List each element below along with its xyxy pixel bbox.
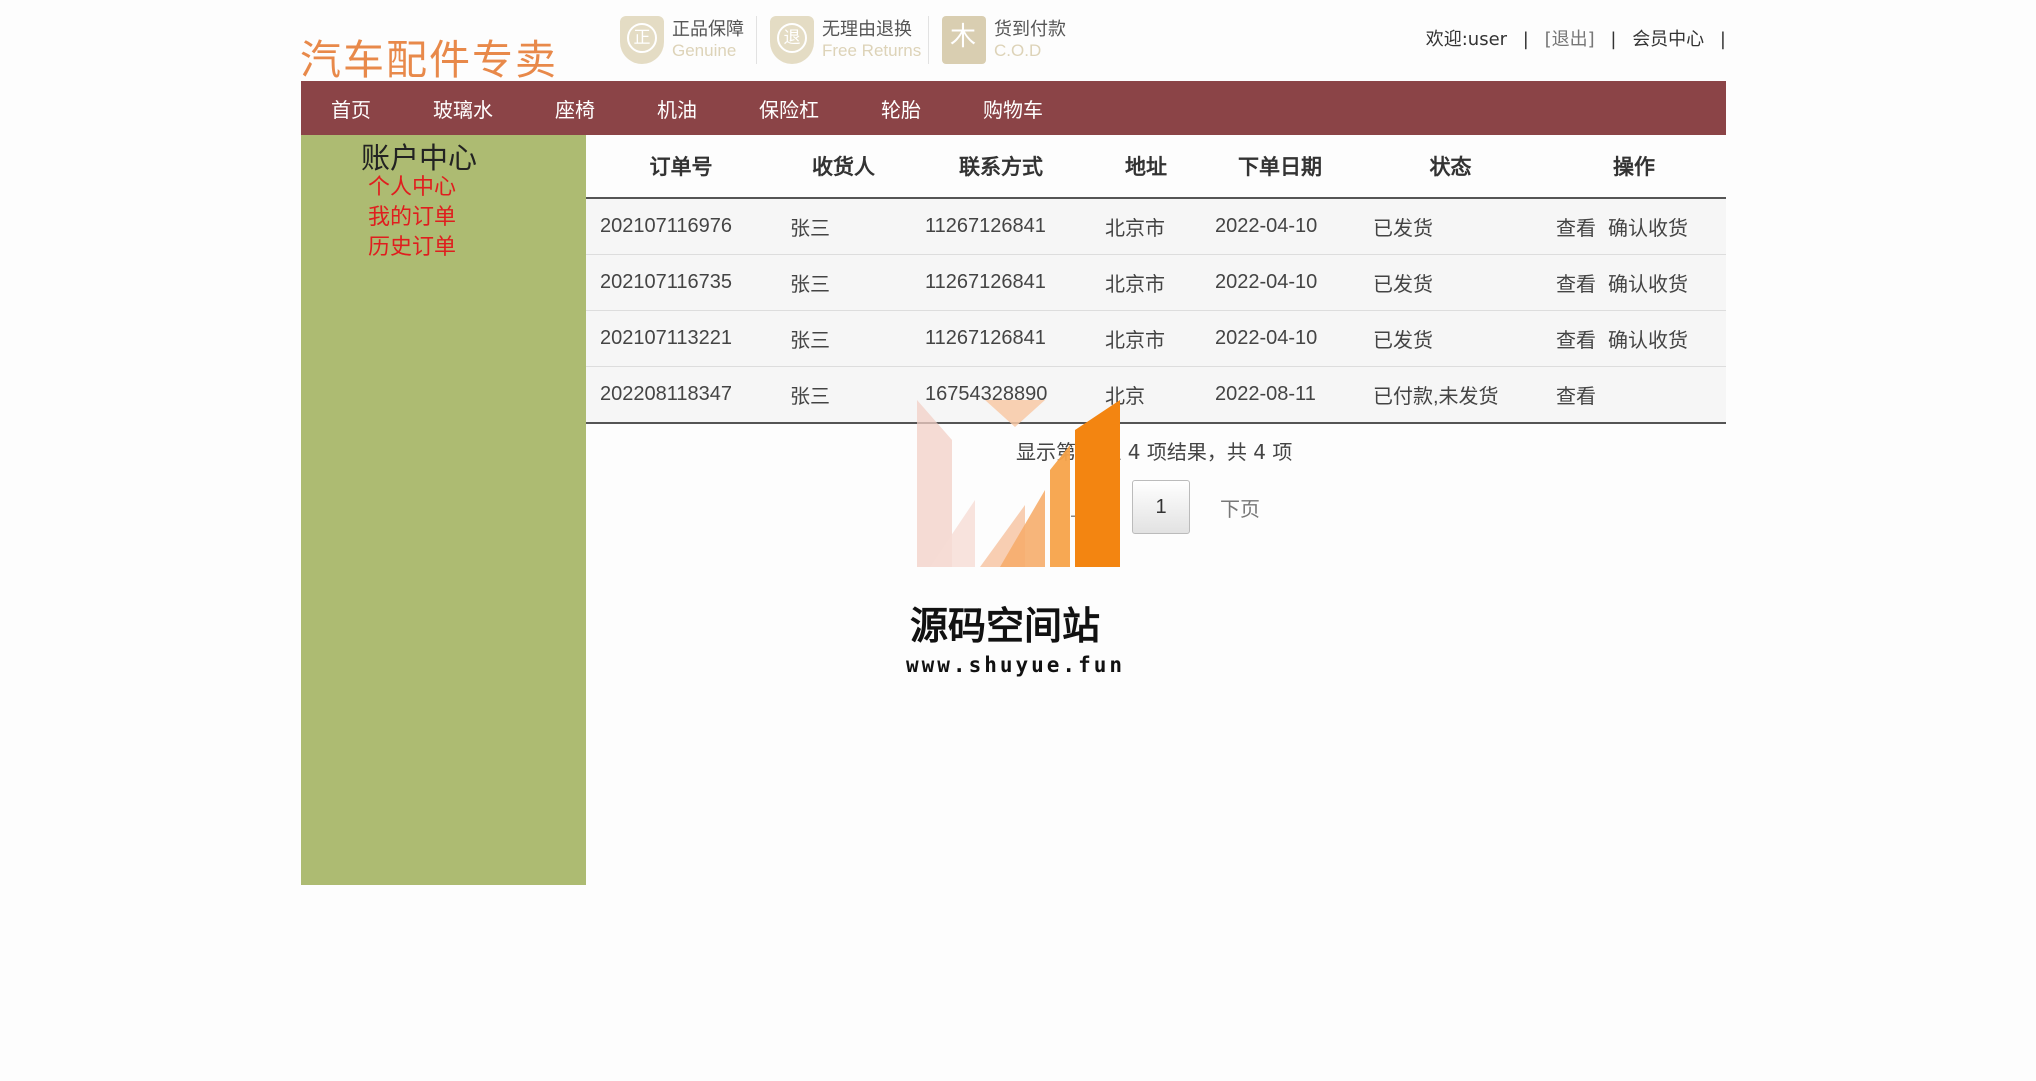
sidebar-item-order-history[interactable]: 历史订单 (368, 229, 456, 261)
order-address: 北京市 (1091, 310, 1201, 367)
column-header: 操作 (1542, 135, 1726, 199)
order-receiver: 张三 (776, 197, 911, 255)
watermark-title: 源码空间站 (910, 604, 1101, 648)
table-row: 202107116976 张三 11267126841 北京市 2022-04-… (586, 197, 1726, 255)
orders-panel: 订单号 收货人 联系方式 地址 下单日期 状态 操作 202107116976 … (586, 135, 1726, 424)
pagination: 上页 1 下页 (1070, 480, 1260, 534)
order-address: 北京市 (1091, 197, 1201, 255)
confirm-receipt-link[interactable]: 确认收货 (1608, 330, 1688, 352)
next-page-button[interactable]: 下页 (1220, 493, 1260, 522)
order-status: 已付款,未发货 (1359, 366, 1542, 424)
order-actions: 查看 确认收货 (1542, 254, 1726, 311)
order-address: 北京市 (1091, 254, 1201, 311)
logout-link[interactable]: [退出] (1545, 29, 1595, 50)
watermark-url: www.shuyue.fun (906, 653, 1126, 677)
table-row: 202107113221 张三 11267126841 北京市 2022-04-… (586, 310, 1726, 367)
order-phone: 11267126841 (911, 254, 1091, 311)
genuine-shield-icon: 正 (620, 16, 664, 64)
column-header: 订单号 (586, 135, 776, 199)
badge-divider (928, 16, 929, 64)
order-receiver: 张三 (776, 310, 911, 367)
site-logo[interactable]: 汽车配件专卖 (300, 26, 558, 86)
view-order-link[interactable]: 查看 (1556, 218, 1596, 240)
badge-title: 无理由退换 (822, 19, 912, 40)
order-status: 已发货 (1359, 197, 1542, 255)
sidebar-item-profile[interactable]: 个人中心 (368, 169, 456, 201)
welcome-text: 欢迎:user (1425, 29, 1508, 50)
order-actions: 查看 确认收货 (1542, 197, 1726, 255)
order-actions: 查看 (1542, 366, 1726, 424)
badge-subtitle: Genuine (672, 41, 737, 60)
sidebar-item-my-orders[interactable]: 我的订单 (368, 199, 456, 231)
nav-seats[interactable]: 座椅 (555, 94, 595, 123)
cod-box-icon: 木 (942, 16, 986, 64)
order-address: 北京 (1091, 366, 1201, 424)
free-returns-badge: 退 无理由退换 Free Returns (770, 14, 921, 66)
prev-page-button[interactable]: 上页 (1070, 493, 1110, 522)
separator: | (1719, 29, 1726, 50)
order-receiver: 张三 (776, 366, 911, 424)
column-header: 收货人 (776, 135, 911, 199)
order-id: 202107116976 (586, 197, 776, 255)
nav-cart[interactable]: 购物车 (983, 94, 1043, 123)
order-phone: 16754328890 (911, 366, 1091, 424)
orders-table: 订单号 收货人 联系方式 地址 下单日期 状态 操作 202107116976 … (586, 135, 1726, 424)
view-order-link[interactable]: 查看 (1556, 274, 1596, 296)
order-date: 2022-04-10 (1201, 197, 1359, 255)
badge-subtitle: Free Returns (822, 41, 922, 60)
confirm-receipt-link[interactable]: 确认收货 (1608, 274, 1688, 296)
badge-divider (756, 16, 757, 64)
order-receiver: 张三 (776, 254, 911, 311)
order-date: 2022-08-11 (1201, 366, 1359, 424)
order-date: 2022-04-10 (1201, 254, 1359, 311)
table-row: 202208118347 张三 16754328890 北京 2022-08-1… (586, 366, 1726, 424)
order-actions: 查看 确认收货 (1542, 310, 1726, 367)
badge-subtitle: C.O.D (994, 41, 1042, 60)
badge-title: 正品保障 (672, 19, 744, 40)
badge-title: 货到付款 (994, 19, 1066, 40)
column-header: 状态 (1359, 135, 1542, 199)
pagination-info: 显示第 1 至 4 项结果，共 4 项 (1016, 440, 1293, 464)
order-status: 已发货 (1359, 310, 1542, 367)
nav-bumpers[interactable]: 保险杠 (759, 94, 819, 123)
user-bar: 欢迎:user | [退出] | 会员中心 | (1426, 25, 1736, 51)
nav-tires[interactable]: 轮胎 (881, 94, 921, 123)
main-nav: 首页 玻璃水 座椅 机油 保险杠 轮胎 购物车 (301, 81, 1726, 135)
table-row: 202107116735 张三 11267126841 北京市 2022-04-… (586, 254, 1726, 311)
column-header: 联系方式 (911, 135, 1091, 199)
genuine-badge: 正 正品保障 Genuine (620, 14, 744, 66)
nav-home[interactable]: 首页 (331, 94, 371, 123)
column-header: 下单日期 (1201, 135, 1359, 199)
view-order-link[interactable]: 查看 (1556, 330, 1596, 352)
page-1-button[interactable]: 1 (1132, 480, 1190, 534)
order-id: 202107116735 (586, 254, 776, 311)
nav-engine-oil[interactable]: 机油 (657, 94, 697, 123)
confirm-receipt-link[interactable]: 确认收货 (1608, 218, 1688, 240)
order-id: 202208118347 (586, 366, 776, 424)
account-sidebar: 账户中心 个人中心 我的订单 历史订单 (301, 135, 586, 885)
column-header: 地址 (1091, 135, 1201, 199)
cod-badge: 木 货到付款 C.O.D (942, 14, 1066, 66)
nav-washer-fluid[interactable]: 玻璃水 (433, 94, 493, 123)
order-status: 已发货 (1359, 254, 1542, 311)
returns-shield-icon: 退 (770, 16, 814, 64)
member-center-link[interactable]: 会员中心 (1632, 29, 1704, 50)
order-phone: 11267126841 (911, 197, 1091, 255)
separator: | (1522, 29, 1529, 50)
view-order-link[interactable]: 查看 (1556, 386, 1596, 408)
order-phone: 11267126841 (911, 310, 1091, 367)
order-date: 2022-04-10 (1201, 310, 1359, 367)
table-header-row: 订单号 收货人 联系方式 地址 下单日期 状态 操作 (586, 135, 1726, 199)
order-id: 202107113221 (586, 310, 776, 367)
separator: | (1610, 29, 1617, 50)
